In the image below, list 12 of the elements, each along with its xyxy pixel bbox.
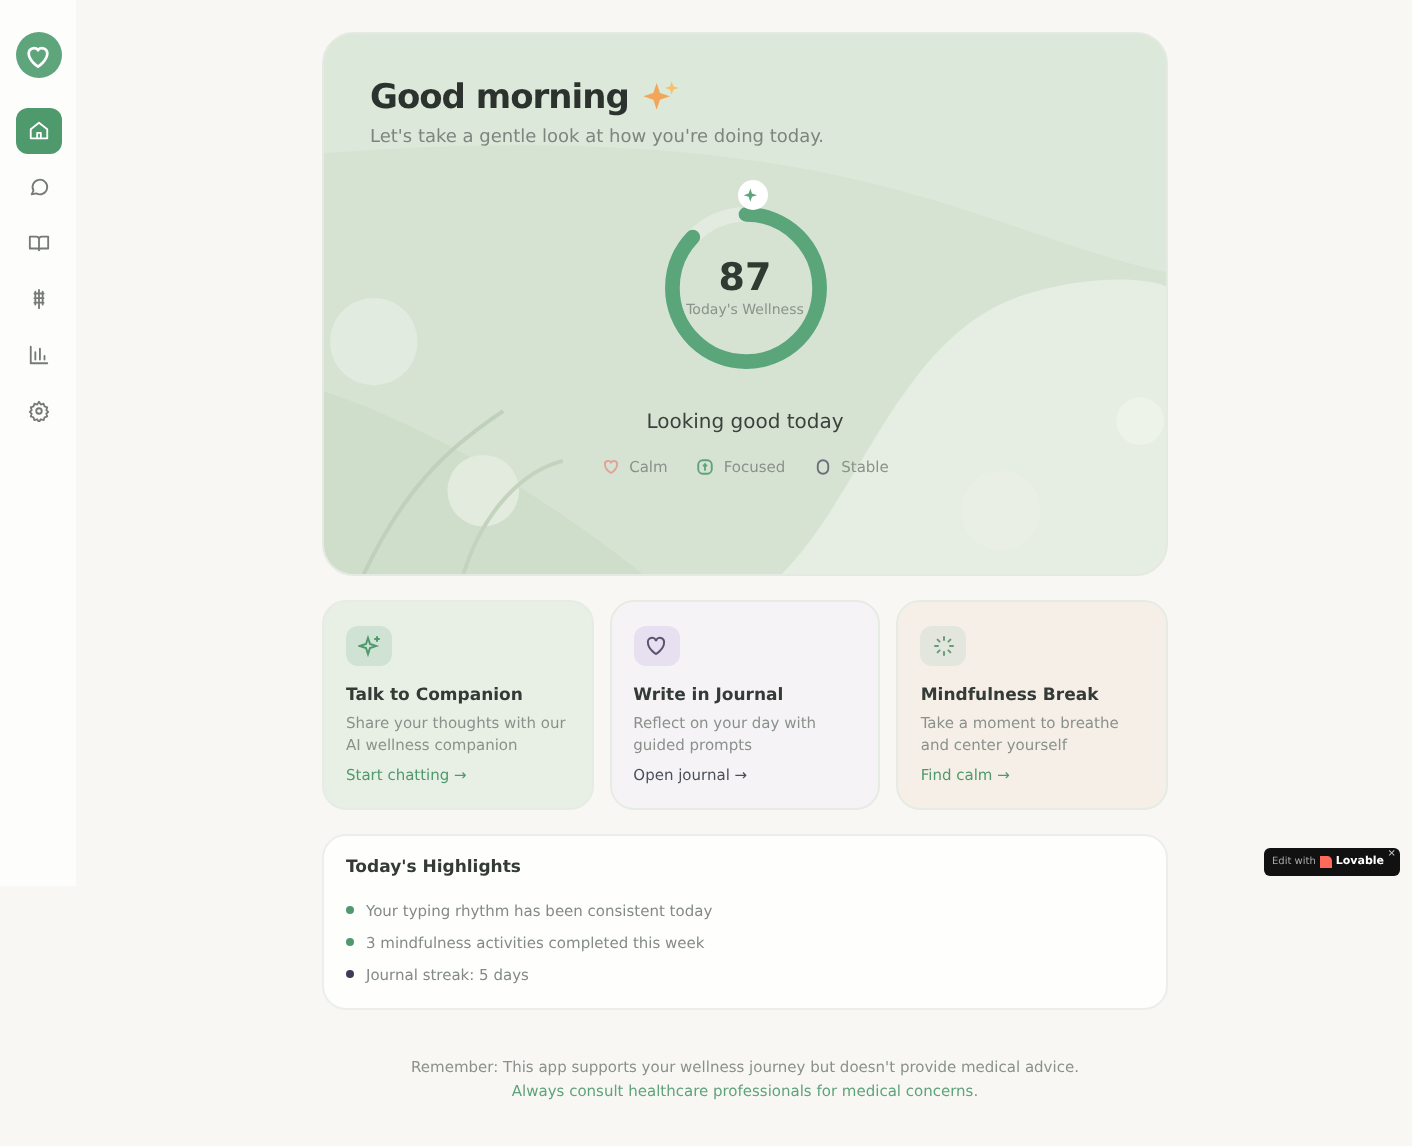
card-title: Talk to Companion [346,686,525,706]
wellness-score: 87 [718,259,772,297]
greeting-subtitle: Let's take a gentle look at how you're doing today. [370,128,827,148]
sparkle-icon [346,626,392,666]
card-title: Mindfulness Break [920,686,1101,706]
card-title: Write in Journal [633,686,786,706]
heart-icon [633,626,680,666]
wellness-status: Looking good today [646,412,844,434]
greeting-title: Good morning [370,78,629,118]
highlights-title: Today's Highlights [346,858,523,878]
nav-home-icon[interactable] [15,108,61,154]
loader-icon [920,626,967,666]
